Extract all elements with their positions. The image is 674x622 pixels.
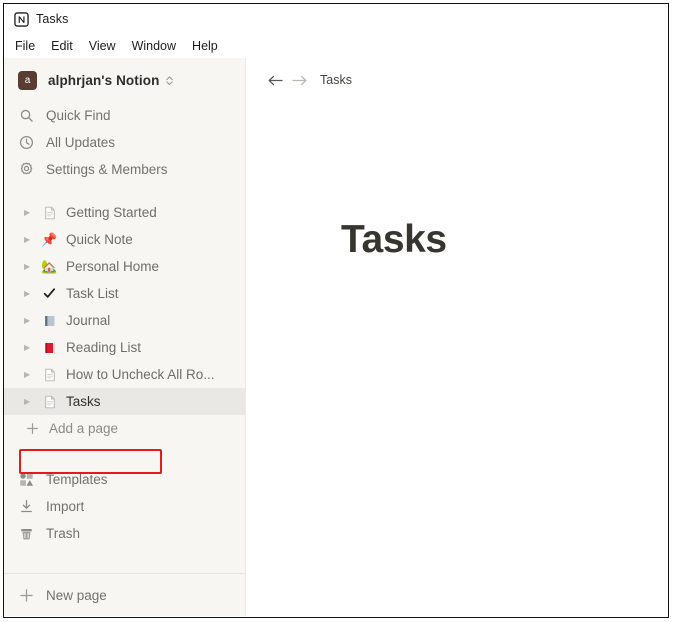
sidebar: a alphrjan's Notion Quick Find All Updat… [4, 58, 246, 616]
sidebar-item-quick-find[interactable]: Quick Find [4, 102, 245, 129]
sidebar-page-getting-started[interactable]: ▶ Getting Started [4, 199, 245, 226]
plus-icon [18, 588, 35, 603]
menu-item-window[interactable]: Window [131, 38, 177, 54]
search-icon [18, 108, 35, 123]
menu-item-edit[interactable]: Edit [50, 38, 74, 54]
sidebar-item-label: Settings & Members [46, 162, 168, 177]
sidebar-page-reading-list[interactable]: ▶ Reading List [4, 334, 245, 361]
sidebar-page-how-to-uncheck-all-rows[interactable]: ▶ How to Uncheck All Ro... [4, 361, 245, 388]
sidebar-page-tasks[interactable]: ▶ Tasks [4, 388, 245, 415]
sidebar-page-journal[interactable]: ▶ Journal [4, 307, 245, 334]
plus-icon [24, 422, 41, 435]
sidebar-item-label: Templates [46, 472, 108, 487]
gear-icon [18, 162, 35, 177]
new-page-label: New page [46, 587, 107, 603]
check-mark-icon [41, 287, 58, 300]
chevron-right-icon[interactable]: ▶ [24, 343, 36, 352]
page-body: Tasks [246, 102, 668, 616]
sidebar-page-label: Tasks [66, 394, 101, 409]
sidebar-page-tree: ▶ Getting Started ▶ 📌 Quick Note ▶ 🏡 Per… [4, 199, 245, 442]
clock-icon [18, 135, 35, 150]
window-title: Tasks [36, 12, 69, 26]
sidebar-item-label: Trash [46, 526, 81, 541]
sidebar-footer: New page [4, 573, 245, 616]
add-a-page-label: Add a page [49, 421, 119, 436]
menu-item-view[interactable]: View [88, 38, 117, 54]
sidebar-item-label: Import [46, 499, 85, 514]
sidebar-page-label: Quick Note [66, 232, 133, 247]
page-title[interactable]: Tasks [341, 220, 668, 259]
chevron-right-icon[interactable]: ▶ [24, 262, 36, 271]
add-a-page-button[interactable]: Add a page [4, 415, 245, 442]
house-with-garden-icon: 🏡 [41, 259, 58, 274]
sidebar-page-quick-note[interactable]: ▶ 📌 Quick Note [4, 226, 245, 253]
chevron-right-icon[interactable]: ▶ [24, 289, 36, 298]
templates-icon [18, 472, 35, 487]
import-download-icon [18, 499, 35, 514]
workspace-switcher[interactable]: a alphrjan's Notion [4, 62, 245, 98]
sidebar-item-trash[interactable]: Trash [4, 520, 245, 547]
arrow-right-icon[interactable] [287, 74, 311, 87]
workspace-name: alphrjan's Notion [48, 72, 160, 88]
content-area: Tasks Tasks [246, 58, 668, 616]
sidebar-page-label: Task List [66, 286, 119, 301]
chevron-right-icon[interactable]: ▶ [24, 370, 36, 379]
breadcrumb-item-tasks[interactable]: Tasks [320, 73, 352, 87]
chevron-right-icon[interactable]: ▶ [24, 397, 36, 406]
app-body: a alphrjan's Notion Quick Find All Updat… [4, 58, 668, 616]
sidebar-page-label: How to Uncheck All Ro... [66, 367, 215, 382]
workspace-avatar: a [18, 70, 37, 90]
sidebar-utilities-group: Templates Import Trash [4, 466, 245, 547]
pushpin-icon: 📌 [41, 232, 58, 247]
menu-bar: File Edit View Window Help [4, 34, 668, 58]
trash-icon [18, 526, 35, 541]
chevron-right-icon[interactable]: ▶ [24, 208, 36, 217]
sidebar-item-all-updates[interactable]: All Updates [4, 129, 245, 156]
sidebar-nav-group: Quick Find All Updates Settings & Member… [4, 102, 245, 183]
notion-logo-icon [14, 11, 29, 27]
closed-book-icon [41, 342, 58, 354]
sidebar-page-label: Personal Home [66, 259, 160, 274]
sidebar-page-label: Reading List [66, 340, 142, 355]
document-icon [41, 395, 58, 409]
arrow-left-icon[interactable] [263, 74, 287, 87]
menu-item-help[interactable]: Help [191, 38, 219, 54]
new-page-button[interactable]: New page [4, 574, 245, 616]
chevron-right-icon[interactable]: ▶ [24, 316, 36, 325]
sidebar-page-label: Journal [66, 313, 111, 328]
sidebar-item-settings-members[interactable]: Settings & Members [4, 156, 245, 183]
sidebar-item-import[interactable]: Import [4, 493, 245, 520]
breadcrumb: Tasks [246, 58, 668, 102]
menu-item-file[interactable]: File [14, 38, 36, 54]
sidebar-page-personal-home[interactable]: ▶ 🏡 Personal Home [4, 253, 245, 280]
sidebar-item-label: All Updates [46, 135, 116, 150]
chevron-right-icon[interactable]: ▶ [24, 235, 36, 244]
sidebar-page-task-list[interactable]: ▶ Task List [4, 280, 245, 307]
notebook-icon [41, 315, 58, 327]
chevron-up-down-icon [165, 74, 174, 87]
document-icon [41, 206, 58, 220]
sidebar-page-label: Getting Started [66, 205, 157, 220]
document-icon [41, 368, 58, 382]
window-titlebar: Tasks [4, 4, 668, 34]
sidebar-item-label: Quick Find [46, 108, 111, 123]
sidebar-item-templates[interactable]: Templates [4, 466, 245, 493]
notion-app-window: Tasks File Edit View Window Help a alphr… [3, 3, 669, 618]
